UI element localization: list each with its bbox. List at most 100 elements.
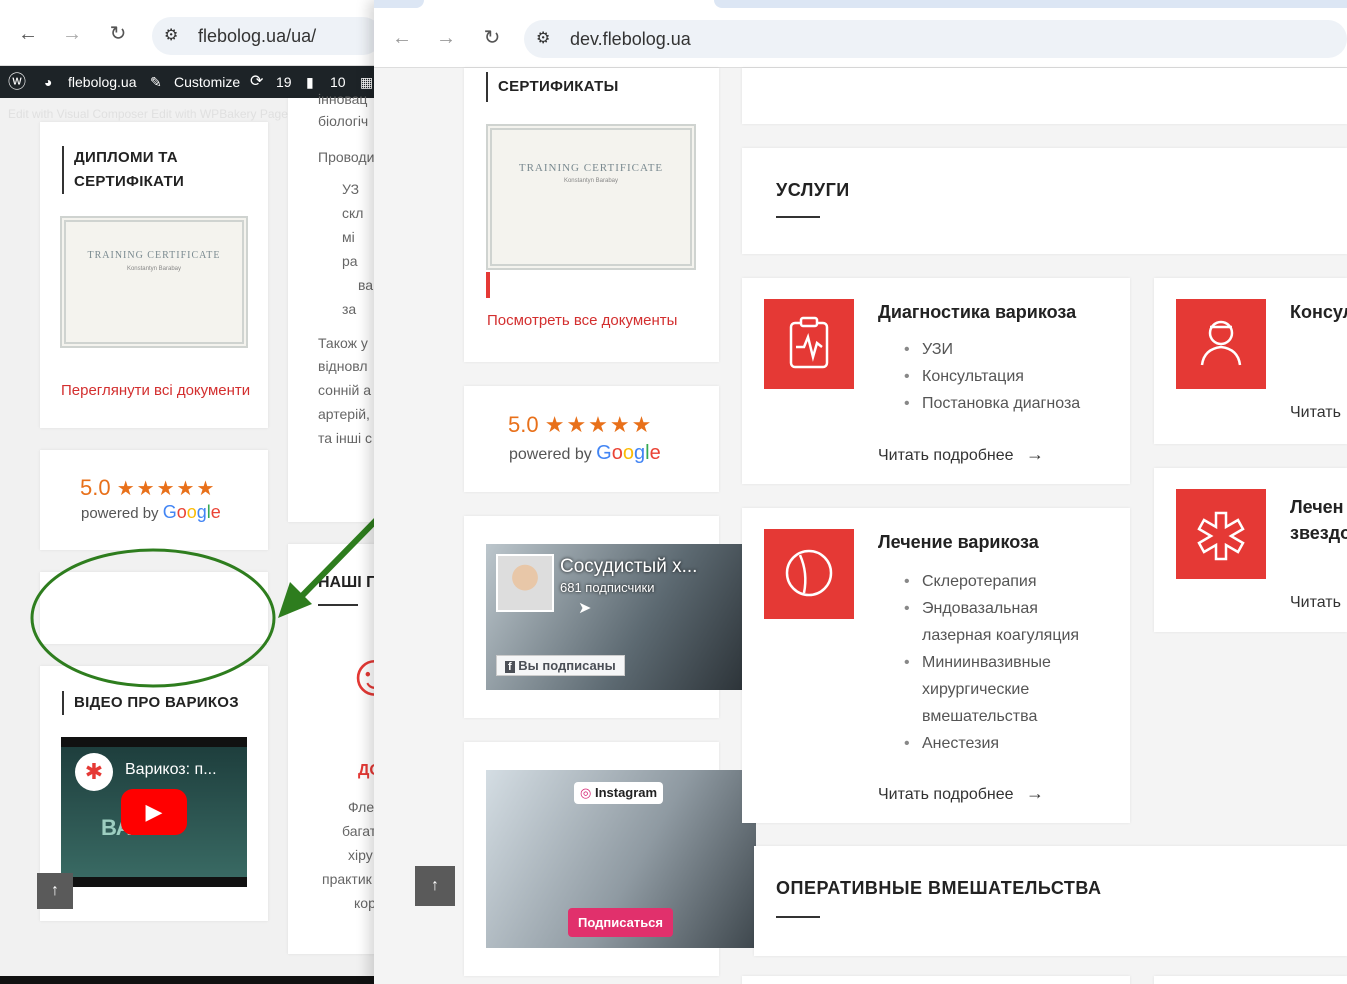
rating-value: 5.0 (508, 412, 539, 437)
read-more-link[interactable]: Читать (1290, 594, 1341, 612)
content-snippet: практик (322, 871, 372, 887)
diplomas-title-line1: ДИПЛОМИ ТА (74, 149, 178, 166)
video-card: ВІДЕО ПРО ВАРИКОЗ ✱ Варикоз: п... ВА ОЗ … (40, 666, 268, 921)
service-title[interactable]: Диагностика варикоза (878, 302, 1076, 323)
content-snippet: артерій, (318, 406, 370, 422)
diplomas-title: ДИПЛОМИ ТА СЕРТИФІКАТИ (62, 146, 184, 194)
service-item: Постановка диагноза (904, 390, 1080, 417)
service-item: Склеротерапия (904, 568, 1079, 595)
dashboard-icon[interactable]: ◕ (44, 66, 52, 98)
youtube-play-icon[interactable]: ▶ (121, 789, 187, 835)
certificate-name: Konstantyn Barabay (126, 266, 182, 272)
read-more-text: Читать подробнее (878, 786, 1014, 803)
reload-icon[interactable]: ↻ (478, 24, 506, 52)
wp-site-link[interactable]: flebolog.ua (68, 66, 137, 98)
five-stars-icon: ★★★★★ (544, 412, 654, 437)
next-card (742, 976, 1130, 984)
site-settings-icon[interactable]: ⚙ (536, 20, 550, 58)
facebook-widget-card: Сосудистый х... 681 подписчики f Вы подп… (464, 516, 742, 718)
service-title[interactable]: Лечение варикоза (878, 532, 1039, 553)
powered-by-text: powered by (509, 446, 592, 463)
comments-icon[interactable]: ▮ (306, 66, 314, 98)
content-snippet: кор (354, 895, 376, 911)
operative-underline (776, 916, 820, 918)
arrow-right-icon: → (1026, 444, 1044, 464)
scroll-top-button[interactable]: ↑ (415, 866, 455, 906)
site-settings-icon[interactable]: ⚙ (164, 17, 178, 55)
service-items: УЗИ Консультация Постановка диагноза (904, 336, 1080, 417)
service-item-continued: лазерная коагуляция (922, 627, 1080, 644)
back-arrow-icon[interactable]: ← (14, 20, 42, 48)
next-card (1154, 976, 1347, 984)
wp-customize-link[interactable]: Customize (174, 66, 240, 98)
instagram-widget-card: ◎ Instagram Подписаться (464, 742, 756, 976)
services-underline (776, 216, 820, 218)
certificates-title: СЕРТИФИКАТЫ (486, 72, 619, 102)
annotation-ellipse (30, 548, 276, 688)
read-more-link[interactable]: Читать подробнее → (878, 783, 1044, 804)
service-title-line2: звездо (1290, 523, 1347, 543)
content-snippet: сонній а (318, 382, 372, 398)
instagram-label[interactable]: ◎ Instagram (574, 782, 664, 804)
forward-arrow-icon[interactable]: → (58, 20, 86, 48)
scroll-top-button[interactable]: ↑ (37, 873, 73, 909)
content-snippet: за (342, 301, 357, 317)
brush-icon: ✎ (150, 74, 162, 90)
service-card-spider-veins[interactable]: Лечен звездо Читать (1154, 468, 1347, 632)
facebook-page-name[interactable]: Сосудистый х... (560, 556, 697, 578)
reload-icon[interactable]: ↻ (104, 20, 132, 48)
service-card-diagnostics[interactable]: Диагностика варикоза УЗИ Консультация По… (742, 278, 1130, 484)
read-more-link[interactable]: Читать (1290, 404, 1341, 422)
service-title[interactable]: Лечен звездо (1290, 494, 1347, 546)
back-browser-toolbar: ← → ↻ ⚙ flebolog.ua/ua/ (0, 0, 380, 66)
updates-icon[interactable]: ⟳ (250, 66, 263, 98)
certificate-title: TRAINING CERTIFICATE (518, 162, 664, 174)
service-items: Склеротерапия Эндовазальная лазерная коа… (904, 568, 1080, 757)
content-snippet: Фле (348, 799, 375, 815)
service-card-treatment[interactable]: Лечение варикоза Склеротерапия Эндовазал… (742, 508, 1130, 823)
front-address-bar[interactable]: ⚙ dev.flebolog.ua (524, 20, 1347, 58)
doctor-icon (1176, 299, 1266, 389)
edit-links[interactable]: Edit with Visual Composer Edit with WPBa… (8, 107, 288, 121)
instagram-icon: ◎ (580, 785, 592, 800)
content-snippet: УЗ (342, 181, 360, 197)
view-all-documents-link[interactable]: Посмотреть все документы (487, 312, 677, 329)
mouse-cursor-icon: ➤ (578, 600, 592, 617)
back-url-text: flebolog.ua/ua/ (198, 26, 317, 46)
service-item-continued: хирургические (922, 681, 1030, 698)
service-title[interactable]: Консул (1290, 302, 1347, 323)
services-title: УСЛУГИ (776, 180, 850, 200)
view-all-documents-link[interactable]: Переглянути всі документи (61, 382, 250, 399)
back-arrow-icon[interactable]: ← (388, 24, 416, 52)
instagram-subscribe-button[interactable]: Подписаться (568, 908, 674, 937)
facebook-followers: 681 подписчики (560, 580, 655, 595)
facebook-subscribed-button[interactable]: f Вы подписаны (496, 655, 625, 676)
read-more-link[interactable]: Читать подробнее → (878, 444, 1044, 465)
front-browser-window: ← → ↻ ⚙ dev.flebolog.ua СЕРТИФИКАТЫ TRAI… (374, 0, 1347, 984)
youtube-embed[interactable]: ✱ Варикоз: п... ВА ОЗ ▶ (61, 737, 247, 887)
content-snippet: мі (342, 229, 355, 245)
certificate-image[interactable]: TRAINING CERTIFICATE Konstantyn Barabay (486, 124, 696, 270)
service-item: Анестезия (904, 730, 1079, 757)
service-title-line1: Лечен (1290, 497, 1344, 517)
instagram-embed[interactable]: ◎ Instagram Подписаться (486, 770, 756, 948)
certificates-card: СЕРТИФИКАТЫ TRAINING CERTIFICATE Konstan… (464, 68, 719, 362)
wordpress-icon[interactable]: ⓦ (8, 66, 26, 98)
service-card-consultation[interactable]: Консул Читать (1154, 278, 1347, 444)
google-rating-card[interactable]: 5.0 ★★★★★ powered by Google (464, 386, 719, 492)
back-address-bar[interactable]: ⚙ flebolog.ua/ua/ (152, 17, 380, 55)
content-snippet: багат (342, 823, 377, 839)
content-snippet: інновац (318, 91, 368, 107)
certificate-image[interactable]: TRAINING CERTIFICATE Konstantyn Barabay (60, 216, 248, 348)
arrow-right-icon: → (1026, 783, 1044, 803)
forward-arrow-icon[interactable]: → (432, 24, 460, 52)
content-snippet: хіру (348, 847, 373, 863)
facebook-page-plugin[interactable]: Сосудистый х... 681 подписчики f Вы подп… (486, 544, 742, 690)
wp-updates-count[interactable]: 19 (276, 66, 292, 98)
service-item: Эндовазальная (904, 595, 1079, 622)
content-snippet: Проводи (318, 149, 375, 165)
page-avatar[interactable] (496, 554, 554, 612)
diplomas-title-line2: СЕРТИФІКАТИ (74, 173, 185, 190)
operative-title: ОПЕРАТИВНЫЕ ВМЕШАТЕЛЬСТВА (776, 878, 1102, 898)
content-snippet: ра (342, 253, 358, 269)
